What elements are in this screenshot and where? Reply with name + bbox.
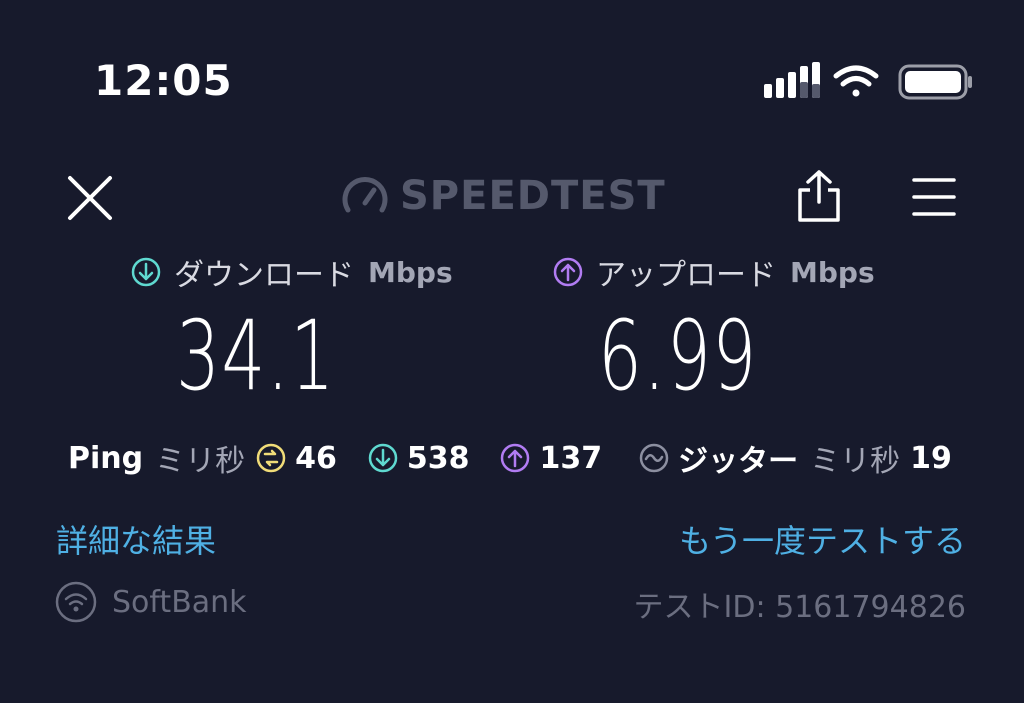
ping-download-icon (368, 443, 398, 473)
upload-arrow-icon (553, 257, 583, 287)
ping-idle-icon (256, 443, 286, 473)
download-unit: Mbps (368, 255, 453, 289)
share-icon (798, 170, 840, 222)
ping-upload-icon (501, 443, 530, 473)
isp-info: SoftBank (54, 580, 247, 624)
download-arrow-icon (131, 257, 161, 287)
upload-label: アップロード (596, 258, 776, 293)
jitter-value: 19 (910, 440, 952, 476)
ping-label: Ping (68, 440, 144, 476)
upload-header: アップロード Mbps (552, 250, 875, 294)
upload-value: 6.99 (598, 300, 758, 412)
download-value: 34.1 (176, 300, 336, 412)
ping-upload-value: 137 (539, 440, 603, 476)
logo-text: SPEEDTEST (400, 173, 666, 219)
ping-download-value: 538 (406, 440, 470, 476)
isp-name: SoftBank (112, 584, 247, 620)
download-header: ダウンロード Mbps (130, 250, 453, 294)
upload-unit: Mbps (790, 255, 875, 289)
battery-icon (898, 64, 972, 100)
jitter-label: ジッター (678, 444, 799, 479)
speedtest-logo: SPEEDTEST (342, 170, 682, 222)
close-icon (68, 176, 112, 220)
menu-button[interactable] (908, 170, 960, 224)
download-label: ダウンロード (174, 258, 354, 293)
cellular-signal-icon (764, 62, 820, 98)
ping-unit: ミリ秒 (155, 444, 246, 479)
close-button[interactable] (62, 170, 118, 226)
jitter-wave-icon (639, 443, 669, 473)
jitter-unit: ミリ秒 (810, 444, 901, 479)
status-icons (762, 62, 974, 102)
wifi-icon (833, 65, 879, 97)
status-clock: 12:05 (94, 56, 233, 105)
ping-idle-value: 46 (295, 440, 337, 476)
wifi-circle-icon (55, 581, 97, 623)
latency-stats-row: Ping ミリ秒 46 538 137 ジッター ミリ秒 19 (68, 436, 952, 480)
hamburger-menu-icon (912, 178, 956, 216)
share-button[interactable] (796, 168, 842, 224)
test-id: テストID: 5161794826 (633, 590, 966, 625)
test-again-link[interactable]: もう一度テストする (679, 516, 966, 562)
speedometer-icon (342, 177, 388, 213)
detailed-results-link[interactable]: 詳細な結果 (56, 516, 216, 562)
